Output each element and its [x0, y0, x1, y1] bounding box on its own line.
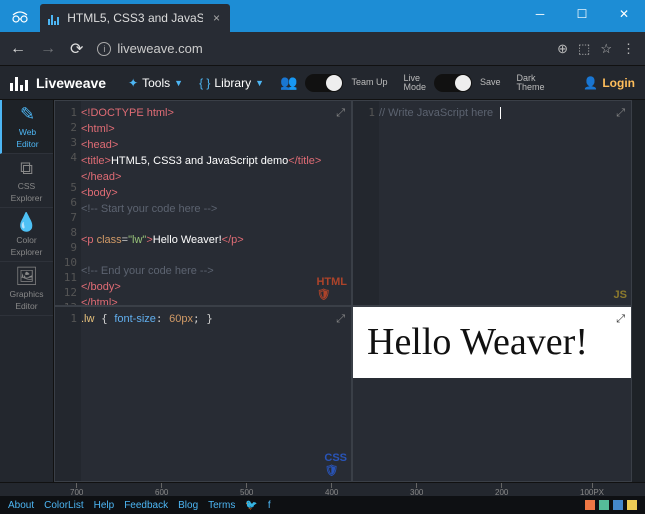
tools-menu[interactable]: ✦ Tools ▼ [128, 76, 183, 90]
js-pane[interactable]: 1 // Write JavaScript here ⤢ JS [352, 100, 632, 306]
expand-icon[interactable]: ⤢ [336, 313, 345, 326]
footer-about[interactable]: About [8, 500, 34, 511]
footer-help[interactable]: Help [94, 500, 115, 511]
expand-icon[interactable]: ⤢ [336, 107, 345, 120]
ruler: 700 600 500 400 300 200 100PX [0, 482, 645, 496]
html-code[interactable]: <!DOCTYPE html> <html> <head> <title>HTM… [81, 101, 327, 305]
twitter-icon[interactable]: 🐦 [245, 500, 257, 511]
address-bar: ← → ⟳ i liveweave.com ⊕ ⬚ ☆ ⋮ [0, 32, 645, 66]
image-icon: 🖼 [15, 266, 38, 287]
library-icon: { } [199, 76, 210, 90]
line-gutter: 1 [353, 101, 379, 305]
browser-titlebar: HTML5, CSS3 and JavaSc × ─ ☐ ✕ [0, 0, 645, 32]
browser-tab[interactable]: HTML5, CSS3 and JavaSc × [40, 4, 230, 32]
html-pane[interactable]: 12345678910111213 <!DOCTYPE html> <html>… [54, 100, 352, 306]
brand-icon [10, 77, 28, 91]
window-controls: ─ ☐ ✕ [519, 0, 645, 28]
login-button[interactable]: 👤 Login [583, 76, 635, 90]
brand-text: Liveweave [36, 75, 106, 91]
close-button[interactable]: ✕ [603, 0, 645, 28]
brand[interactable]: Liveweave [10, 75, 106, 91]
sidebar-web-editor[interactable]: ✎ Web Editor [0, 100, 53, 154]
teamup-toggle[interactable]: 👥 Team Up [280, 74, 387, 92]
forward-icon[interactable]: → [40, 40, 56, 58]
close-icon[interactable]: × [213, 11, 220, 25]
livemode-toggle[interactable]: LiveMode Save [403, 74, 500, 92]
expand-icon[interactable]: ⤢ [616, 107, 625, 120]
maximize-button[interactable]: ☐ [561, 0, 603, 28]
favicon-liveweave-icon [48, 11, 61, 25]
footer: About ColorList Help Feedback Blog Terms… [0, 496, 645, 514]
preview-output: Hello Weaver! [353, 307, 631, 378]
line-gutter: 1 [55, 307, 81, 481]
footer-blog[interactable]: Blog [178, 500, 198, 511]
reload-icon[interactable]: ⟳ [70, 39, 83, 59]
incognito-icon [0, 0, 40, 32]
theme-toggle[interactable]: DarkTheme [517, 74, 545, 92]
css-icon: ⧉ [20, 158, 33, 179]
drop-icon: 💧 [15, 212, 37, 233]
back-icon[interactable]: ← [10, 40, 26, 58]
chevron-down-icon: ▼ [255, 78, 264, 88]
css-pane[interactable]: 1 .lw { font-size: 60px; } ⤢ CSS🛡 [54, 306, 352, 482]
sidebar: ✎ Web Editor ⧉ CSS Explorer 💧 Color Expl… [0, 100, 54, 482]
star-icon[interactable]: ☆ [600, 41, 612, 57]
minimize-button[interactable]: ─ [519, 0, 561, 28]
css-code[interactable]: .lw { font-size: 60px; } [81, 307, 219, 481]
footer-feedback[interactable]: Feedback [124, 500, 168, 511]
expand-icon[interactable]: ⤢ [616, 313, 625, 326]
preview-pane[interactable]: Hello Weaver! ⤢ [352, 306, 632, 482]
html5-badge-icon: HTML🛡 [316, 276, 347, 301]
tools-icon: ✦ [128, 76, 138, 90]
facebook-icon[interactable]: f [268, 500, 271, 511]
editor-panes: 12345678910111213 <!DOCTYPE html> <html>… [54, 100, 645, 482]
js-code[interactable]: // Write JavaScript here [379, 101, 507, 305]
zoom-icon[interactable]: ⊕ [557, 41, 568, 57]
pencil-icon: ✎ [20, 104, 35, 125]
js-badge-icon: JS [614, 289, 627, 301]
footer-terms[interactable]: Terms [208, 500, 235, 511]
site-info-icon[interactable]: i [97, 42, 111, 56]
user-icon: 👤 [583, 76, 598, 90]
translate-icon[interactable]: ⬚ [578, 41, 590, 57]
footer-swatches [585, 500, 637, 510]
people-icon: 👥 [280, 74, 297, 91]
sidebar-color-explorer[interactable]: 💧 Color Explorer [0, 208, 53, 262]
url-text: liveweave.com [117, 41, 202, 56]
chevron-down-icon: ▼ [174, 78, 183, 88]
sidebar-graphics-editor[interactable]: 🖼 Graphics Editor [0, 262, 53, 316]
menu-icon[interactable]: ⋮ [622, 41, 635, 57]
sidebar-css-explorer[interactable]: ⧉ CSS Explorer [0, 154, 53, 208]
library-menu[interactable]: { } Library ▼ [199, 76, 264, 90]
css3-badge-icon: CSS🛡 [324, 452, 347, 477]
line-gutter: 12345678910111213 [55, 101, 81, 305]
url-field[interactable]: i liveweave.com [97, 41, 543, 56]
main-area: ✎ Web Editor ⧉ CSS Explorer 💧 Color Expl… [0, 100, 645, 482]
footer-colorlist[interactable]: ColorList [44, 500, 83, 511]
tab-title: HTML5, CSS3 and JavaSc [67, 11, 203, 25]
app-toolbar: Liveweave ✦ Tools ▼ { } Library ▼ 👥 Team… [0, 66, 645, 100]
